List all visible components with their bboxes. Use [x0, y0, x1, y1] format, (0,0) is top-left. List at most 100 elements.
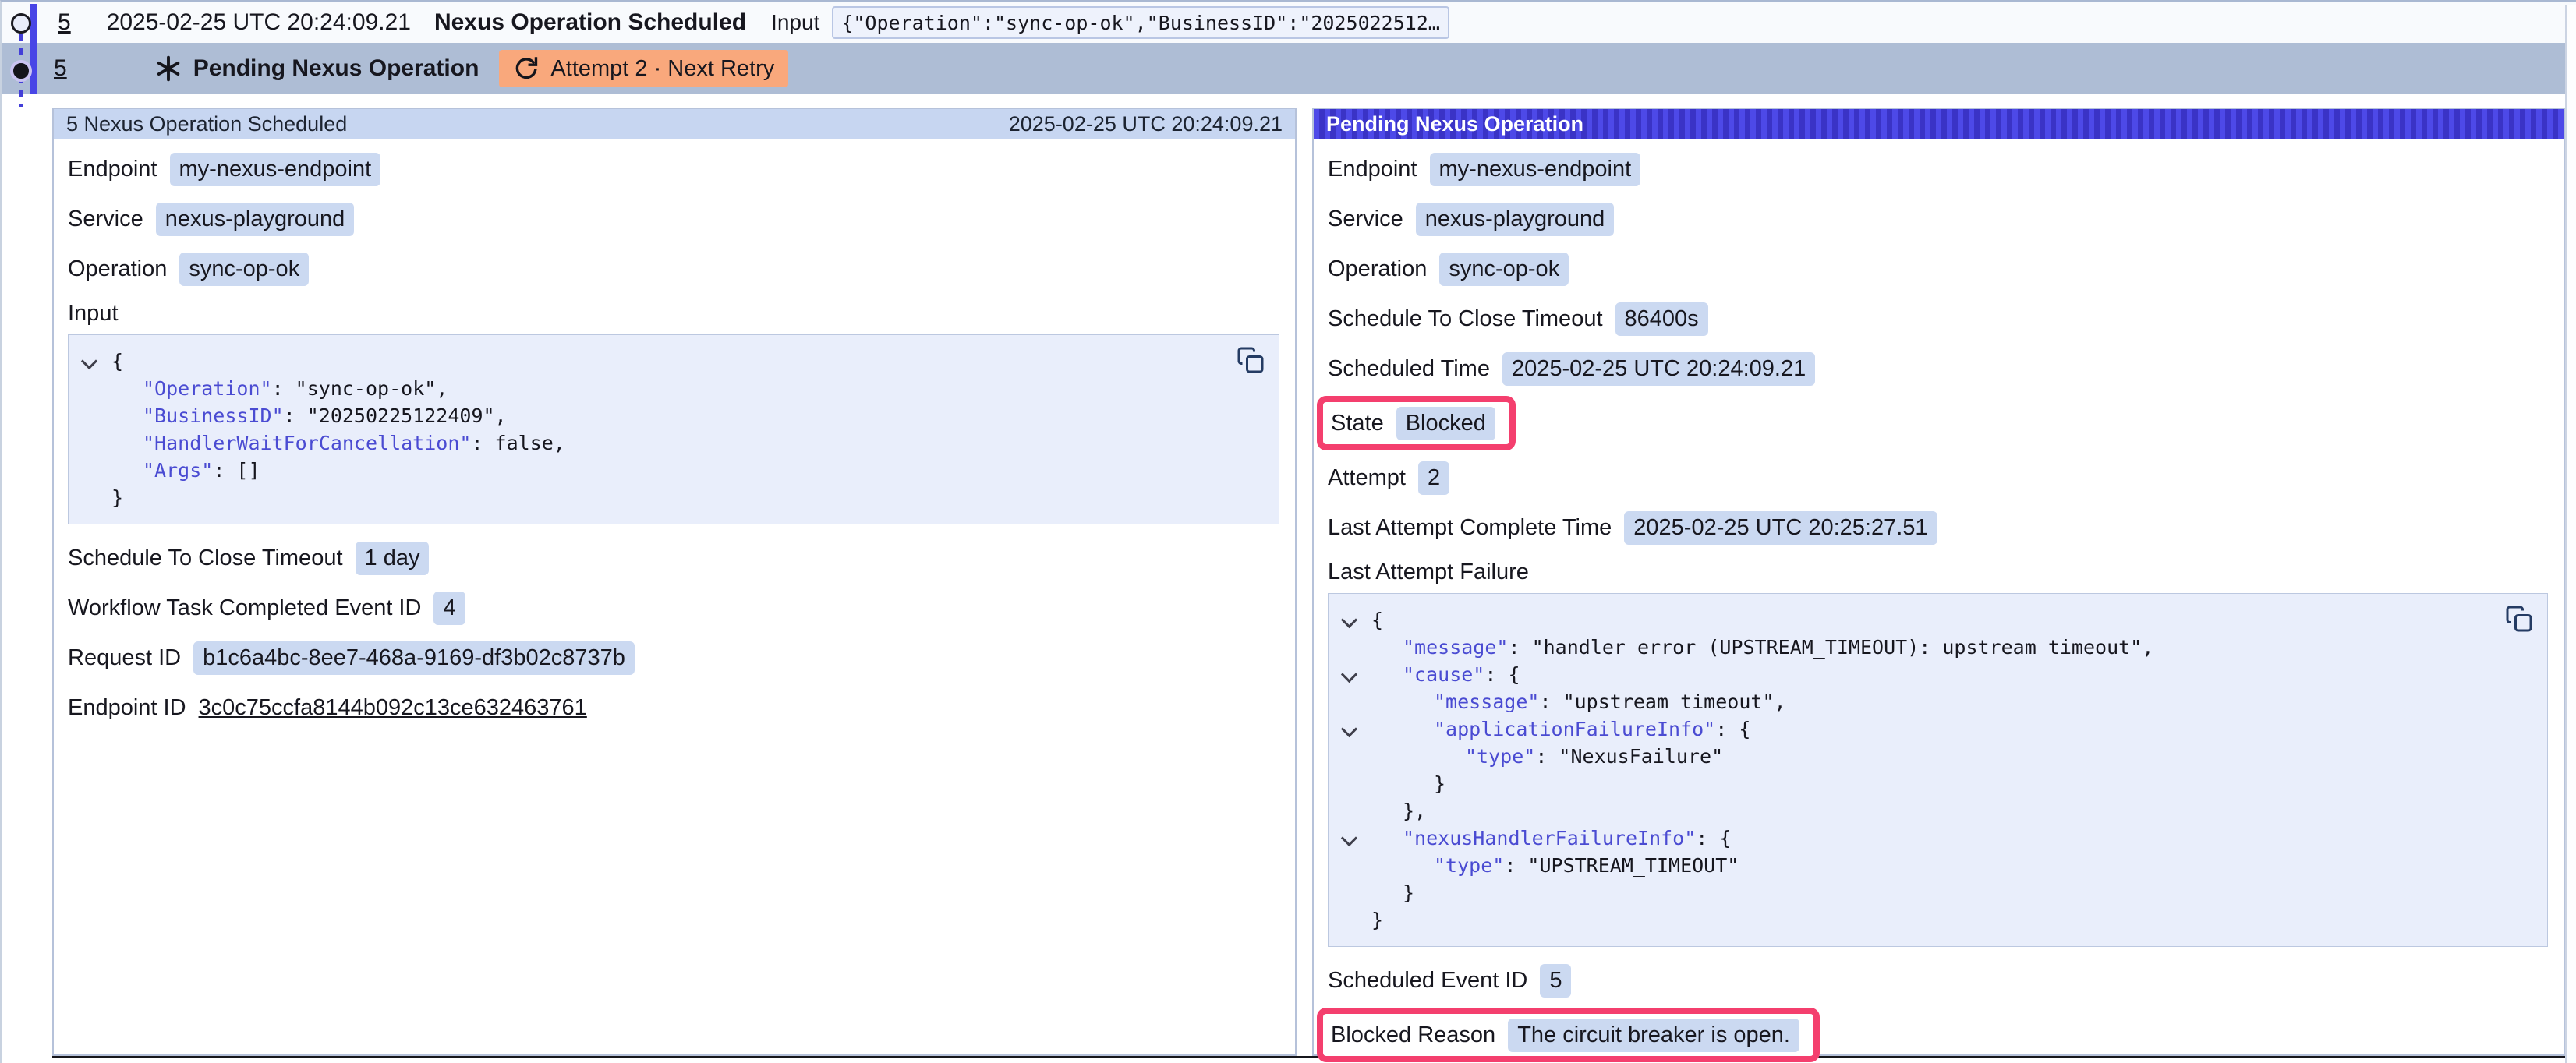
code-line: "message": "upstream timeout", [1339, 688, 2532, 715]
field-row-endpoint: Endpoint my-nexus-endpoint [68, 151, 1279, 187]
json-key: "nexusHandlerFailureInfo" [1403, 827, 1696, 849]
json-value: } [1371, 909, 1383, 931]
field-row-endpoint-id: Endpoint ID 3c0c75ccfa8144b092c13ce63246… [68, 690, 1279, 726]
json-value: { [1371, 609, 1383, 631]
code-line: "type": "UPSTREAM_TIMEOUT" [1339, 852, 2532, 879]
code-text: } [1371, 906, 1383, 934]
code-line: } [1339, 906, 2532, 934]
json-value: : "upstream timeout", [1539, 690, 1785, 713]
field-row-request-id: Request ID b1c6a4bc-8ee7-468a-9169-df3b0… [68, 640, 1279, 676]
json-key: "type" [1434, 854, 1504, 877]
timeline-active-bar [30, 4, 37, 94]
field-label: Scheduled Time [1328, 356, 1490, 382]
pending-panel-header: Pending Nexus Operation [1314, 109, 2564, 139]
input-preview-chip[interactable]: {"Operation":"sync-op-ok","BusinessID":"… [832, 6, 1449, 39]
field-row-state: State Blocked [1331, 405, 1495, 441]
field-row-scheduled-event-id: Scheduled Event ID 5 [1328, 962, 2548, 998]
event-details-area: 5 Nexus Operation Scheduled 2025-02-25 U… [52, 108, 2565, 1058]
code-text: "nexusHandlerFailureInfo": { [1371, 825, 1731, 852]
field-label: Scheduled Event ID [1328, 968, 1527, 994]
input-block-label: Input [68, 301, 1279, 327]
code-text: "cause": { [1371, 661, 1520, 688]
event-id-link[interactable]: 5 [54, 55, 67, 82]
json-value: : "20250225122409", [284, 404, 507, 427]
event-row-pending[interactable]: 5 Pending Nexus Operation Attempt 2 · Ne… [2, 43, 2576, 94]
code-gutter [1339, 715, 1371, 735]
field-label: State [1331, 411, 1384, 436]
field-row-schedule-to-close-timeout: Schedule To Close Timeout 86400s [1328, 301, 2548, 337]
state-annotation-box: State Blocked [1317, 396, 1516, 450]
field-value-badge: 5 [1540, 964, 1571, 998]
field-value-badge: 2025-02-25 UTC 20:24:09.21 [1502, 352, 1815, 386]
json-value: } [111, 486, 123, 509]
endpoint-id-link[interactable]: 3c0c75ccfa8144b092c13ce632463761 [199, 695, 587, 721]
json-value: : [] [213, 459, 260, 482]
code-line: "Operation": "sync-op-ok", [80, 375, 1263, 402]
json-value: }, [1403, 800, 1426, 822]
blocked-reason-badge: The circuit breaker is open. [1508, 1019, 1799, 1052]
field-value-badge: 2025-02-25 UTC 20:25:27.51 [1624, 511, 1937, 545]
code-line: "message": "handler error (UPSTREAM_TIME… [1339, 634, 2532, 661]
code-gutter [1339, 825, 1371, 844]
input-json-block: {"Operation": "sync-op-ok","BusinessID":… [68, 334, 1279, 524]
state-badge: Blocked [1396, 407, 1495, 440]
event-title: Nexus Operation Scheduled [434, 9, 746, 36]
json-key: "HandlerWaitForCancellation" [143, 432, 471, 454]
field-label: Operation [68, 256, 167, 282]
failure-json-lines: { "message": "handler error (UPSTREAM_TIM… [1339, 606, 2532, 934]
field-row-last-attempt-complete-time: Last Attempt Complete Time 2025-02-25 UT… [1328, 510, 2548, 546]
copy-button[interactable] [2505, 605, 2533, 633]
json-value: : "UPSTREAM_TIMEOUT" [1504, 854, 1739, 877]
json-value: : "sync-op-ok", [272, 377, 448, 400]
field-label: Service [68, 207, 143, 232]
json-value: : { [1696, 827, 1731, 849]
collapse-chevron-icon[interactable] [81, 353, 97, 369]
code-text: } [111, 484, 123, 511]
code-gutter [80, 348, 111, 367]
field-row-scheduled-time: Scheduled Time 2025-02-25 UTC 20:24:09.2… [1328, 351, 2548, 387]
field-row-operation: Operation sync-op-ok [1328, 251, 2548, 287]
json-key: "type" [1465, 745, 1535, 768]
field-value-badge: my-nexus-endpoint [170, 153, 381, 186]
code-line: "HandlerWaitForCancellation": false, [80, 429, 1263, 457]
code-text: "HandlerWaitForCancellation": false, [111, 429, 565, 457]
code-text: "message": "handler error (UPSTREAM_TIME… [1371, 634, 2153, 661]
json-value: } [1403, 881, 1414, 904]
copy-button[interactable] [1237, 346, 1265, 374]
field-label: Endpoint [1328, 157, 1417, 182]
field-label: Service [1328, 207, 1403, 232]
field-value-badge: 86400s [1615, 302, 1708, 336]
collapse-chevron-icon[interactable] [1341, 721, 1357, 737]
field-row-schedule-to-close-timeout: Schedule To Close Timeout 1 day [68, 540, 1279, 576]
code-line: "type": "NexusFailure" [1339, 743, 2532, 770]
field-label: Last Attempt Complete Time [1328, 515, 1612, 541]
field-label: Operation [1328, 256, 1427, 282]
attempt-retry-badge: Attempt 2 · Next Retry [499, 50, 788, 87]
code-text: "type": "UPSTREAM_TIMEOUT" [1371, 852, 1739, 879]
json-key: "applicationFailureInfo" [1434, 718, 1715, 740]
field-value-badge: nexus-playground [1416, 203, 1615, 236]
json-value: : { [1715, 718, 1750, 740]
field-label: Endpoint ID [68, 695, 186, 721]
vertical-scrollbar[interactable] [2565, 5, 2576, 1063]
collapse-chevron-icon[interactable] [1341, 666, 1357, 683]
code-text: "Args": [] [111, 457, 260, 484]
json-key: "Args" [143, 459, 213, 482]
collapse-chevron-icon[interactable] [1341, 830, 1357, 846]
event-row-scheduled[interactable]: 5 2025-02-25 UTC 20:24:09.21 Nexus Opera… [2, 2, 2576, 43]
collapse-chevron-icon[interactable] [1341, 612, 1357, 628]
field-label: Request ID [68, 645, 181, 671]
pending-operation-title: Pending Nexus Operation [193, 55, 479, 82]
timeline-open-dot-icon [11, 13, 31, 34]
field-row-endpoint: Endpoint my-nexus-endpoint [1328, 151, 2548, 187]
code-line: }, [1339, 797, 2532, 825]
code-gutter [1339, 661, 1371, 680]
field-value-badge: my-nexus-endpoint [1430, 153, 1641, 186]
code-line: "nexusHandlerFailureInfo": { [1339, 825, 2532, 852]
event-id-link[interactable]: 5 [58, 9, 71, 36]
blocked-reason-annotation-box: Blocked Reason The circuit breaker is op… [1317, 1008, 1820, 1062]
field-label: Schedule To Close Timeout [1328, 306, 1603, 332]
scheduled-event-panel: 5 Nexus Operation Scheduled 2025-02-25 U… [52, 108, 1297, 1056]
field-row-service: Service nexus-playground [68, 201, 1279, 237]
field-label: Workflow Task Completed Event ID [68, 595, 421, 621]
